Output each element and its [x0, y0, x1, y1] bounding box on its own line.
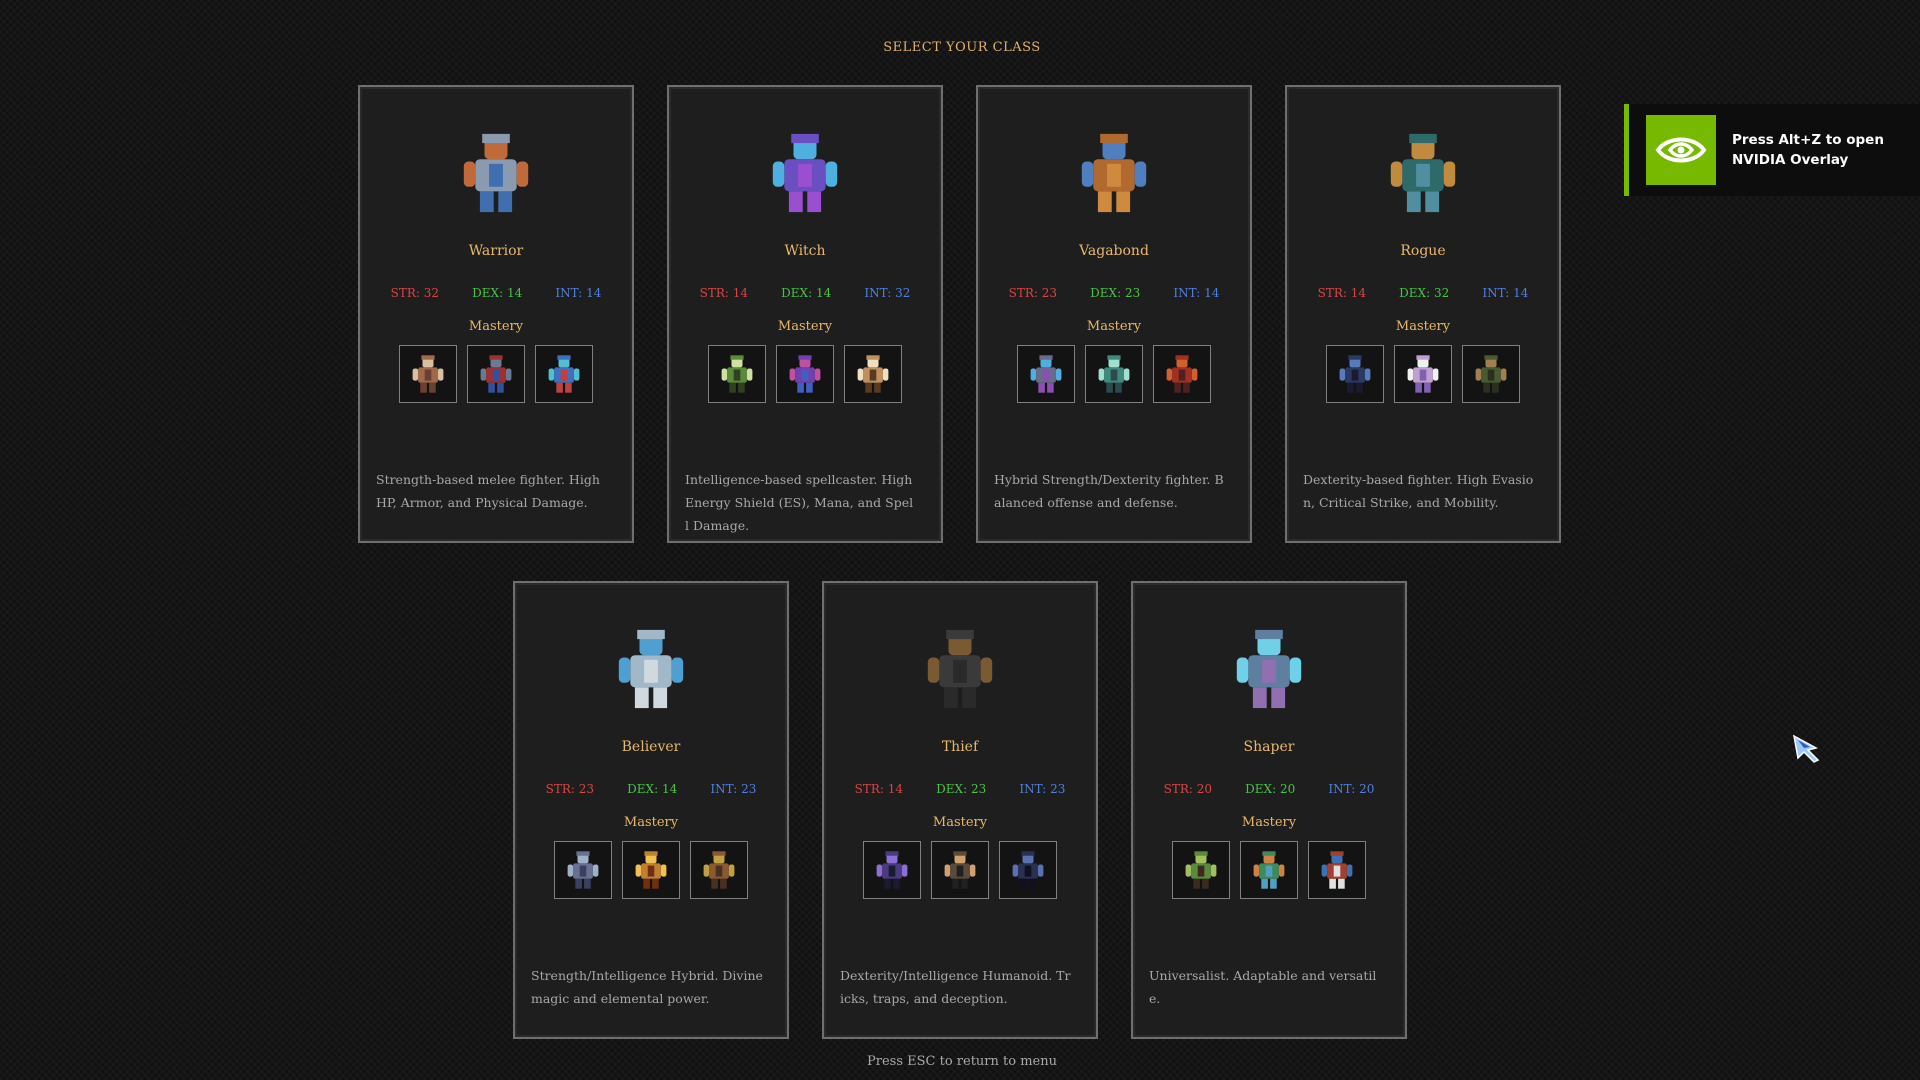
witch-portrait — [759, 127, 851, 219]
mastery-label: Mastery — [932, 815, 988, 830]
mastery-label: Mastery — [777, 319, 833, 334]
phantom-icon[interactable] — [999, 841, 1057, 899]
mastery-row — [360, 345, 632, 403]
mastery-row — [1287, 345, 1559, 403]
mastery-row — [669, 345, 941, 403]
scholar-icon[interactable] — [844, 345, 902, 403]
class-stats: STR: 23 DEX: 23 INT: 14 — [978, 286, 1250, 300]
class-name: Warrior — [468, 243, 524, 259]
thief-portrait — [914, 623, 1006, 715]
stat-int: INT: 32 — [864, 286, 911, 300]
stat-str: STR: 14 — [854, 782, 903, 796]
esc-hint: Press ESC to return to menu — [867, 1054, 1057, 1069]
samurai-icon[interactable] — [1153, 345, 1211, 403]
stat-dex: DEX: 23 — [1090, 286, 1141, 300]
class-card-shaper[interactable]: Shaper STR: 20 DEX: 20 INT: 20 Mastery U… — [1131, 581, 1407, 1039]
mastery-row — [1133, 841, 1405, 899]
class-description: Universalist. Adaptable and versatile. — [1149, 968, 1377, 1006]
stat-dex: DEX: 14 — [472, 286, 523, 300]
bandit-icon[interactable] — [931, 841, 989, 899]
mastery-row — [978, 345, 1250, 403]
class-stats: STR: 14 DEX: 14 INT: 32 — [669, 286, 941, 300]
stat-int: INT: 14 — [1173, 286, 1220, 300]
stat-str: STR: 14 — [699, 286, 748, 300]
believer-portrait — [605, 623, 697, 715]
nvidia-overlay-toast[interactable]: Press Alt+Z to open NVIDIA Overlay — [1624, 104, 1920, 196]
class-card-rogue[interactable]: Rogue STR: 14 DEX: 32 INT: 14 Mastery De… — [1285, 85, 1561, 543]
stat-int: INT: 14 — [555, 286, 602, 300]
druid-icon[interactable] — [708, 345, 766, 403]
red-knight-icon[interactable] — [467, 345, 525, 403]
goblin-icon[interactable] — [1172, 841, 1230, 899]
mastery-row — [824, 841, 1096, 899]
sorceress-icon[interactable] — [776, 345, 834, 403]
stat-dex: DEX: 23 — [936, 782, 987, 796]
class-stats: STR: 32 DEX: 14 INT: 14 — [360, 286, 632, 300]
screen-title: SELECT YOUR CLASS — [883, 40, 1041, 55]
class-name: Shaper — [1243, 739, 1295, 755]
stat-str: STR: 20 — [1163, 782, 1212, 796]
class-name: Thief — [941, 739, 979, 755]
class-name: Witch — [784, 243, 826, 259]
class-name: Rogue — [1400, 243, 1446, 259]
mastery-label: Mastery — [623, 815, 679, 830]
rogue-portrait — [1377, 127, 1469, 219]
class-description: Strength/Intelligence Hybrid. Divine mag… — [531, 968, 763, 1006]
stat-dex: DEX: 14 — [781, 286, 832, 300]
nvidia-logo-icon — [1646, 115, 1716, 185]
golem-icon[interactable] — [1240, 841, 1298, 899]
dancer-icon[interactable] — [1394, 345, 1452, 403]
monk-icon[interactable] — [554, 841, 612, 899]
class-card-witch[interactable]: Witch STR: 14 DEX: 14 INT: 32 Mastery In… — [667, 85, 943, 543]
fire-priest-icon[interactable] — [622, 841, 680, 899]
stat-int: INT: 14 — [1482, 286, 1529, 300]
stat-dex: DEX: 14 — [627, 782, 678, 796]
shaper-portrait — [1223, 623, 1315, 715]
mastery-label: Mastery — [1241, 815, 1297, 830]
stat-str: STR: 23 — [1008, 286, 1057, 300]
class-description: Strength-based melee fighter. High HP, A… — [376, 472, 600, 510]
swordsman-icon[interactable] — [1308, 841, 1366, 899]
stat-int: INT: 20 — [1328, 782, 1375, 796]
armored-knight-portrait — [450, 127, 542, 219]
class-description: Dexterity/Intelligence Humanoid. Tricks,… — [840, 968, 1071, 1006]
class-stats: STR: 14 DEX: 23 INT: 23 — [824, 782, 1096, 796]
shadow-mage-icon[interactable] — [863, 841, 921, 899]
class-stats: STR: 14 DEX: 32 INT: 14 — [1287, 286, 1559, 300]
ranger-icon[interactable] — [1462, 345, 1520, 403]
mastery-label: Mastery — [468, 319, 524, 334]
stat-str: STR: 23 — [545, 782, 594, 796]
overlay-line-1: Press Alt+Z to open — [1732, 132, 1884, 148]
mouse-cursor-icon — [1792, 734, 1820, 763]
mastery-label: Mastery — [1086, 319, 1142, 334]
class-name: Vagabond — [1079, 243, 1149, 259]
stat-int: INT: 23 — [1019, 782, 1066, 796]
paladin-icon[interactable] — [535, 345, 593, 403]
class-description: Intelligence-based spellcaster. High Ene… — [685, 472, 914, 533]
spellblade-icon[interactable] — [1017, 345, 1075, 403]
class-description: Dexterity-based fighter. High Evasion, C… — [1303, 472, 1534, 510]
stat-dex: DEX: 32 — [1399, 286, 1450, 300]
class-stats: STR: 23 DEX: 14 INT: 23 — [515, 782, 787, 796]
class-card-warrior[interactable]: Warrior STR: 32 DEX: 14 INT: 14 Mastery — [358, 85, 634, 543]
overlay-line-2: NVIDIA Overlay — [1732, 152, 1849, 168]
class-card-believer[interactable]: Believer STR: 23 DEX: 14 INT: 23 Mastery — [513, 581, 789, 1039]
vagabond-portrait — [1068, 127, 1160, 219]
class-name: Believer — [621, 739, 681, 755]
class-stats: STR: 20 DEX: 20 INT: 20 — [1133, 782, 1405, 796]
class-description: Hybrid Strength/Dexterity fighter. Balan… — [994, 472, 1224, 510]
shaman-icon[interactable] — [690, 841, 748, 899]
mastery-label: Mastery — [1395, 319, 1451, 334]
assassin-icon[interactable] — [1326, 345, 1384, 403]
mastery-row — [515, 841, 787, 899]
barbarian-icon[interactable] — [399, 345, 457, 403]
stat-dex: DEX: 20 — [1245, 782, 1296, 796]
stat-str: STR: 32 — [390, 286, 439, 300]
stat-int: INT: 23 — [710, 782, 757, 796]
class-card-thief[interactable]: Thief STR: 14 DEX: 23 INT: 23 Mastery De… — [822, 581, 1098, 1039]
hooded-mystic-icon[interactable] — [1085, 345, 1143, 403]
class-card-vagabond[interactable]: Vagabond STR: 23 DEX: 23 INT: 14 Mastery — [976, 85, 1252, 543]
stat-str: STR: 14 — [1317, 286, 1366, 300]
